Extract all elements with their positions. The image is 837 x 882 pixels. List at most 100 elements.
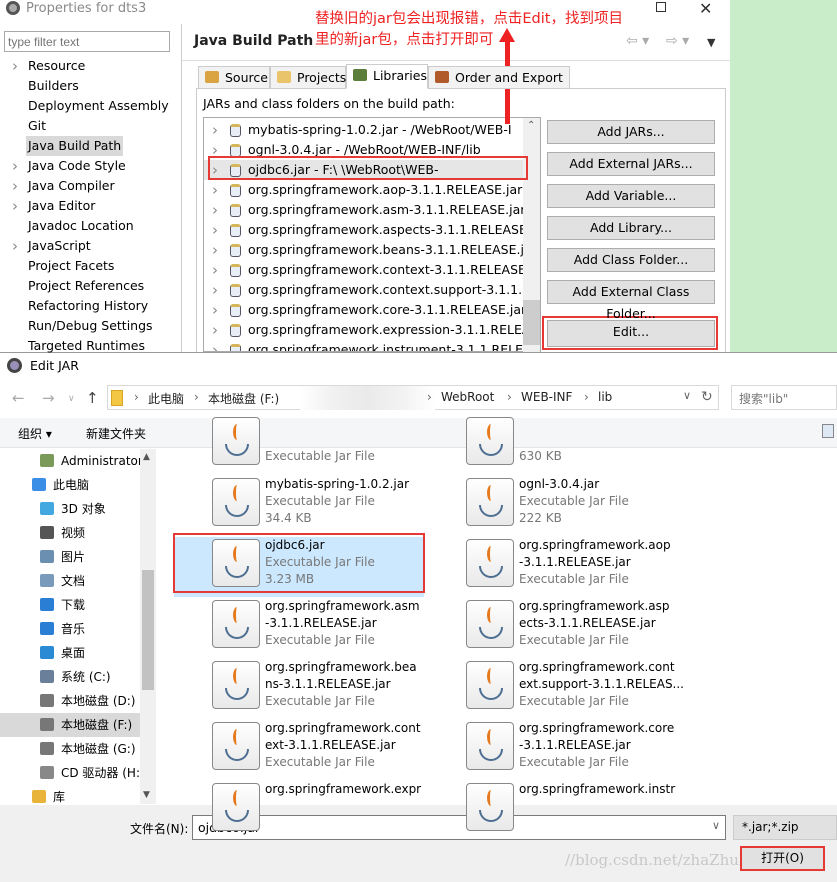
nav-item[interactable]: 此电脑: [0, 473, 140, 497]
chevron-right-icon[interactable]: ›: [212, 200, 218, 220]
file-tile[interactable]: mybatis-spring-1.0.2.jar Executable Jar F…: [174, 476, 424, 536]
tree-item[interactable]: Builders: [0, 76, 180, 96]
chevron-right-icon[interactable]: ›: [427, 390, 432, 404]
nav-item[interactable]: 系统 (C:): [0, 665, 140, 689]
nav-item[interactable]: 桌面: [0, 641, 140, 665]
organize-button[interactable]: 组织 ▾: [18, 425, 52, 442]
forward-icon[interactable]: →: [42, 389, 55, 407]
button-add-external-jars[interactable]: Add External JARs...: [547, 152, 715, 176]
file-tile[interactable]: org.springframework.cont ext-3.1.1.RELEAS…: [174, 720, 424, 780]
nav-item[interactable]: 3D 对象: [0, 497, 140, 521]
file-tile[interactable]: org.springframework.core -3.1.1.RELEASE.j…: [428, 720, 678, 780]
chevron-right-icon[interactable]: ›: [12, 236, 18, 256]
tree-item[interactable]: Project Facets: [0, 256, 180, 276]
breadcrumb-item[interactable]: 本地磁盘 (F:): [208, 390, 279, 407]
chevron-right-icon[interactable]: ›: [212, 300, 218, 320]
chevron-right-icon[interactable]: ›: [212, 280, 218, 300]
file-tile[interactable]: ognl-3.0.4.jar Executable Jar File 222 KB: [428, 476, 678, 536]
nav-item[interactable]: 本地磁盘 (G:): [0, 737, 140, 761]
refresh-icon[interactable]: ↻: [701, 389, 713, 405]
tree-item[interactable]: Deployment Assembly: [0, 96, 180, 116]
chevron-down-icon[interactable]: ∨: [683, 389, 691, 402]
chevron-right-icon[interactable]: ›: [212, 260, 218, 280]
jar-row[interactable]: › org.springframework.expression-3.1.1.RE…: [204, 320, 540, 340]
breadcrumb-item[interactable]: lib: [598, 390, 612, 404]
tree-item[interactable]: › Java Editor: [0, 196, 180, 216]
button-add-variable[interactable]: Add Variable...: [547, 184, 715, 208]
file-tile[interactable]: org.springframework.bea ns-3.1.1.RELEASE.…: [174, 659, 424, 719]
chevron-right-icon[interactable]: ›: [12, 56, 18, 76]
tab-libraries[interactable]: Libraries: [346, 64, 428, 89]
chevron-right-icon[interactable]: ›: [12, 176, 18, 196]
chevron-right-icon[interactable]: ›: [212, 120, 218, 140]
jar-row[interactable]: › mybatis-spring-1.0.2.jar - /WebRoot/WEB…: [204, 120, 524, 140]
tree-item[interactable]: › Resource: [0, 56, 180, 76]
search-input[interactable]: 搜索"lib": [731, 385, 837, 410]
button-add-jars[interactable]: Add JARs...: [547, 120, 715, 144]
tree-item[interactable]: Java Build Path: [0, 136, 180, 156]
file-tile[interactable]: org.springframework.instr: [428, 781, 678, 841]
nav-item[interactable]: 库: [0, 785, 140, 804]
button-add-library[interactable]: Add Library...: [547, 216, 715, 240]
nav-item[interactable]: CD 驱动器 (H:): [0, 761, 145, 785]
chevron-right-icon[interactable]: ›: [12, 156, 18, 176]
button-add-external-class-folder[interactable]: Add External Class Folder...: [547, 280, 715, 321]
chevron-right-icon[interactable]: ›: [212, 180, 218, 200]
nav-item[interactable]: 下载: [0, 593, 140, 617]
tree-item[interactable]: Project References: [0, 276, 180, 296]
jar-row[interactable]: › org.springframework.instrument-3.1.1.RE…: [204, 340, 540, 351]
chevron-right-icon[interactable]: ›: [584, 390, 589, 404]
tree-item[interactable]: Targeted Runtimes: [0, 336, 180, 356]
jar-row[interactable]: › org.springframework.beans-3.1.1.RELEASE…: [204, 240, 540, 260]
chevron-right-icon[interactable]: ›: [212, 340, 218, 351]
file-tile[interactable]: org.springframework.aop -3.1.1.RELEASE.ja…: [428, 537, 678, 597]
nav-item[interactable]: 本地磁盘 (D:): [0, 689, 140, 713]
file-tile[interactable]: org.springframework.asm -3.1.1.RELEASE.ja…: [174, 598, 424, 658]
nav-item[interactable]: 本地磁盘 (F:): [0, 713, 140, 737]
view-options-icon[interactable]: [822, 424, 834, 438]
tree-item[interactable]: › Java Compiler: [0, 176, 180, 196]
file-tile[interactable]: org.springframework.cont ext.support-3.1.…: [428, 659, 684, 719]
chevron-right-icon[interactable]: ›: [194, 390, 199, 404]
tree-item[interactable]: Refactoring History: [0, 296, 180, 316]
jar-row[interactable]: › org.springframework.asm-3.1.1.RELEASE.j…: [204, 200, 540, 220]
breadcrumb-item[interactable]: WEB-INF: [521, 390, 572, 404]
nav-scrollbar-thumb[interactable]: [142, 570, 154, 690]
scroll-down-icon[interactable]: ▼: [143, 790, 150, 800]
button-edit[interactable]: Edit...: [547, 320, 715, 347]
filter-input[interactable]: [4, 31, 170, 52]
file-tile[interactable]: org.springframework.asp ects-3.1.1.RELEAS…: [428, 598, 678, 658]
file-tile[interactable]: org.springframework.expr: [174, 781, 424, 841]
nav-item[interactable]: 音乐: [0, 617, 140, 641]
chevron-right-icon[interactable]: ›: [212, 320, 218, 340]
filetype-select[interactable]: *.jar;*.zip: [733, 815, 837, 840]
nav-item[interactable]: 视频: [0, 521, 140, 545]
forward-arrow-icon[interactable]: ⇨ ▾: [666, 33, 689, 49]
maximize-button[interactable]: [656, 2, 666, 12]
chevron-right-icon[interactable]: ›: [212, 240, 218, 260]
recent-dropdown-icon[interactable]: ∨: [68, 394, 75, 404]
nav-item[interactable]: 图片: [0, 545, 140, 569]
chevron-right-icon[interactable]: ›: [134, 390, 139, 404]
nav-item[interactable]: Administrator: [0, 449, 143, 473]
jar-row[interactable]: › org.springframework.core-3.1.1.RELEASE.…: [204, 300, 540, 320]
tree-item[interactable]: › Java Code Style: [0, 156, 180, 176]
scroll-up-icon[interactable]: ▲: [143, 452, 150, 462]
nav-item[interactable]: 文档: [0, 569, 140, 593]
chevron-down-icon[interactable]: ∨: [712, 819, 720, 832]
tab-source[interactable]: Source: [198, 66, 270, 89]
chevron-right-icon[interactable]: ›: [507, 390, 512, 404]
tab-order-and-export[interactable]: Order and Export: [428, 66, 570, 89]
file-tile[interactable]: Executable Jar File: [174, 415, 424, 475]
up-icon[interactable]: ↑: [86, 389, 99, 407]
button-add-class-folder[interactable]: Add Class Folder...: [547, 248, 715, 272]
jar-row[interactable]: › org.springframework.context.support-3.1…: [204, 280, 540, 300]
tree-item[interactable]: Javadoc Location: [0, 216, 180, 236]
close-button[interactable]: ✕: [699, 0, 712, 18]
chevron-right-icon[interactable]: ›: [12, 196, 18, 216]
tree-item[interactable]: Git: [0, 116, 180, 136]
breadcrumb-item[interactable]: 此电脑: [148, 390, 184, 407]
open-button[interactable]: 打开(O): [740, 846, 825, 871]
jar-row[interactable]: › org.springframework.aop-3.1.1.RELEASE.j…: [204, 180, 540, 200]
chevron-right-icon[interactable]: ›: [212, 220, 218, 240]
